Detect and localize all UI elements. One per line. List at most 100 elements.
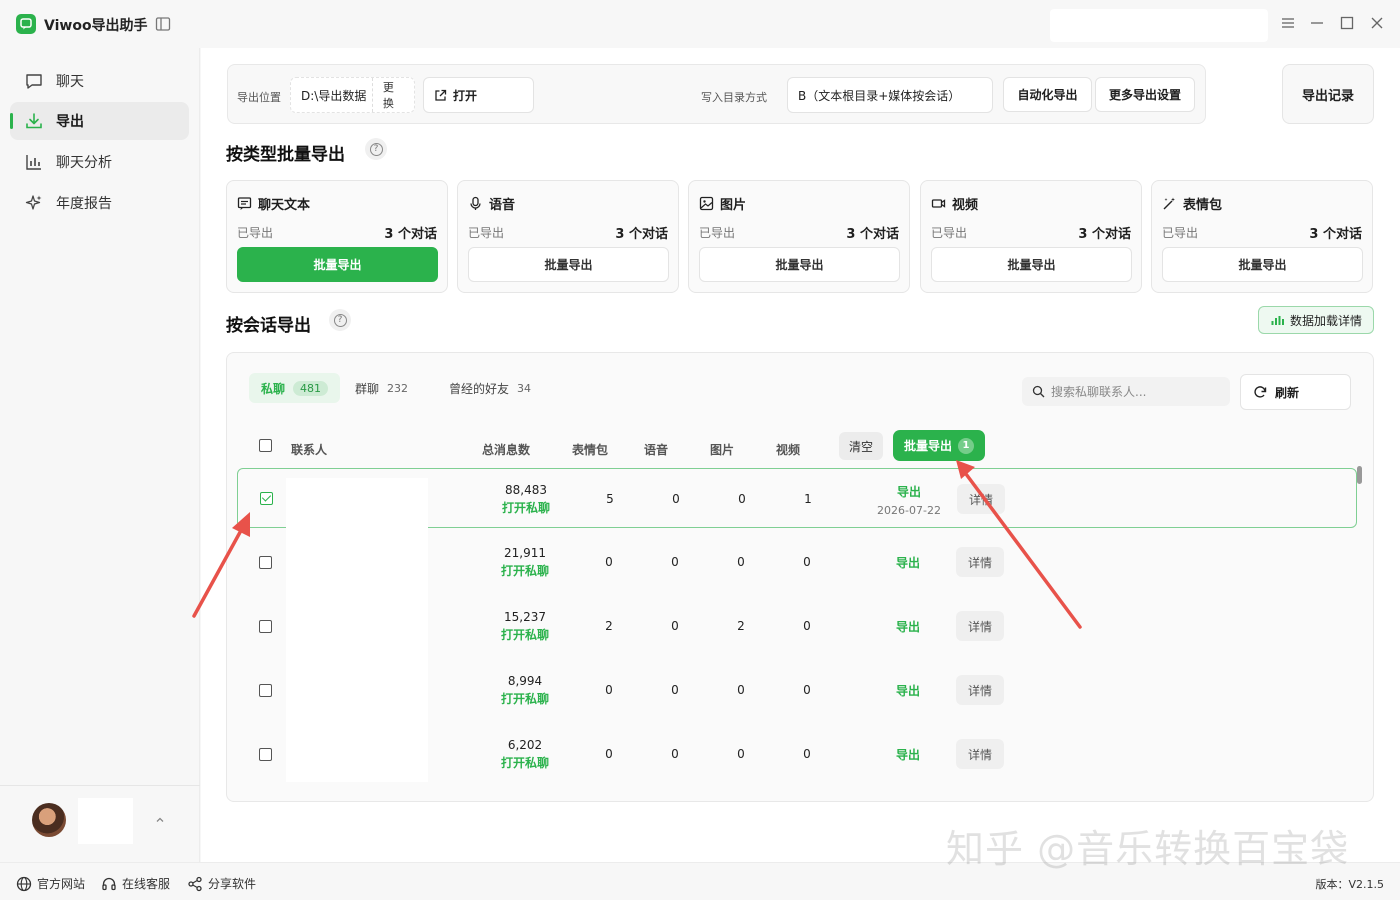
contact-names-redacted [286,478,428,782]
batch-export-label: 批量导出 [903,439,952,453]
batch-export-voice-button[interactable]: 批量导出 [468,247,669,282]
type-card-title: 表情包 [1183,198,1223,213]
video-count: 0 [803,747,811,761]
data-load-details-label: 数据加载详情 [1289,313,1362,328]
minimize-icon[interactable] [1308,14,1326,32]
type-card-video: 视频 已导出 3 个对话 批量导出 [920,180,1142,293]
detail-button[interactable]: 详情 [956,675,1004,705]
open-chat-link[interactable]: 打开私聊 [485,754,565,771]
watermark: 知乎 @音乐转换百宝袋 [946,827,1350,871]
sidebar-item-chat[interactable]: 聊天 [10,62,189,100]
detail-button[interactable]: 详情 [956,611,1004,641]
voice-count: 0 [671,619,679,633]
path-label: 导出位置 [237,91,281,104]
help-icon[interactable]: ? [365,138,387,160]
sidebar-toggle-icon[interactable] [155,16,171,32]
footer-link-label: 分享软件 [208,877,257,891]
row-checkbox[interactable] [259,620,272,633]
user-profile[interactable] [0,785,200,862]
sidebar-item-export[interactable]: 导出 [10,102,189,140]
detail-button[interactable]: 详情 [956,547,1004,577]
avatar[interactable] [32,803,66,837]
refresh-icon [1254,386,1267,398]
scrollbar[interactable] [1357,466,1362,484]
select-all-checkbox[interactable] [259,439,272,452]
batch-export-button[interactable]: 批量导出 1 [893,430,985,461]
auto-export-button[interactable]: 自动化导出 [1003,77,1092,112]
export-link[interactable]: 导出 [883,618,933,635]
maximize-icon[interactable] [1338,14,1356,32]
close-icon[interactable] [1368,14,1386,32]
exported-label: 已导出 [237,226,274,240]
search-input[interactable]: 搜索私聊联系人... [1022,377,1230,406]
batch-export-chat-text-button[interactable]: 批量导出 [237,247,438,282]
voice-count: 0 [671,555,679,569]
export-link[interactable]: 导出 [883,746,933,763]
sidebar-item-label: 导出 [56,114,84,130]
detail-button[interactable]: 详情 [956,739,1004,769]
sidebar-item-chat-analysis[interactable]: 聊天分析 [10,143,189,181]
export-log-button[interactable]: 导出记录 [1282,64,1374,124]
column-header-contact: 联系人 [291,443,328,457]
path-value: D:\导出数据 [301,88,367,103]
help-icon[interactable]: ? [329,309,351,331]
tab-label: 曾经的好友 [449,381,510,396]
tab-group[interactable]: 群聊 232 [343,373,420,403]
export-link[interactable]: 导出 [883,682,933,699]
open-chat-link[interactable]: 打开私聊 [485,626,565,643]
batch-export-video-button[interactable]: 批量导出 [931,247,1132,282]
video-count: 1 [804,492,812,506]
open-folder-button[interactable]: 打开 [423,77,534,113]
tab-former-friends[interactable]: 曾经的好友 34 [437,373,543,403]
column-header-image: 图片 [710,443,735,457]
sidebar-item-label: 聊天分析 [56,155,112,171]
search-placeholder: 搜索私聊联系人... [1051,385,1147,399]
row-checkbox[interactable] [260,492,273,505]
batch-export-sticker-button[interactable]: 批量导出 [1162,247,1363,282]
export-toolbar: 导出位置 D:\导出数据 更换 打开 写入目录方式 B（文本根目录+媒体按会话）… [227,64,1206,124]
type-card-sticker: 表情包 已导出 3 个对话 批量导出 [1151,180,1373,293]
sticker-count: 0 [605,747,613,761]
type-card-title: 聊天文本 [258,198,311,213]
type-card-title: 语音 [489,198,516,213]
download-icon [26,113,42,129]
search-icon [1032,385,1045,398]
open-chat-link[interactable]: 打开私聊 [485,690,565,707]
chevron-up-icon[interactable] [153,813,167,827]
type-card-voice: 语音 已导出 3 个对话 批量导出 [457,180,679,293]
change-path-button[interactable]: 更换 [371,78,414,112]
sidebar-item-annual-report[interactable]: 年度报告 [10,184,189,222]
dir-mode-value: B（文本根目录+媒体按会话） [798,88,961,103]
chat-icon [26,74,42,89]
row-checkbox[interactable] [259,748,272,761]
official-website-link[interactable]: 官方网站 [16,875,85,892]
row-checkbox[interactable] [259,556,272,569]
footer-link-label: 官方网站 [37,877,86,891]
sparkle-icon [25,195,42,210]
open-chat-link[interactable]: 打开私聊 [485,562,565,579]
tab-count: 34 [517,381,532,395]
dir-mode-select[interactable]: B（文本根目录+媒体按会话） [787,77,993,113]
data-load-details-button[interactable]: 数据加载详情 [1258,306,1374,334]
tab-count: 481 [293,380,329,396]
more-export-settings-button[interactable]: 更多导出设置 [1095,77,1195,112]
path-field: D:\导出数据 更换 [290,77,415,113]
menu-icon[interactable] [1279,14,1297,32]
export-link[interactable]: 导出 [883,554,933,571]
video-count: 0 [803,555,811,569]
detail-button[interactable]: 详情 [957,484,1005,514]
tab-count: 232 [387,381,409,395]
refresh-button[interactable]: 刷新 [1240,374,1351,410]
tab-private[interactable]: 私聊 481 [249,373,341,403]
selection-count-badge: 1 [958,437,974,454]
exported-count: 3 个对话 [1309,227,1362,242]
export-link[interactable]: 导出 [884,483,934,500]
batch-export-image-button[interactable]: 批量导出 [699,247,900,282]
open-chat-link[interactable]: 打开私聊 [486,499,566,516]
clear-selection-button[interactable]: 清空 [839,432,883,460]
share-software-link[interactable]: 分享软件 [187,875,256,892]
total-messages: 8,994 [507,674,543,688]
row-checkbox[interactable] [259,684,272,697]
online-support-link[interactable]: 在线客服 [101,875,170,892]
share-icon [188,876,202,891]
